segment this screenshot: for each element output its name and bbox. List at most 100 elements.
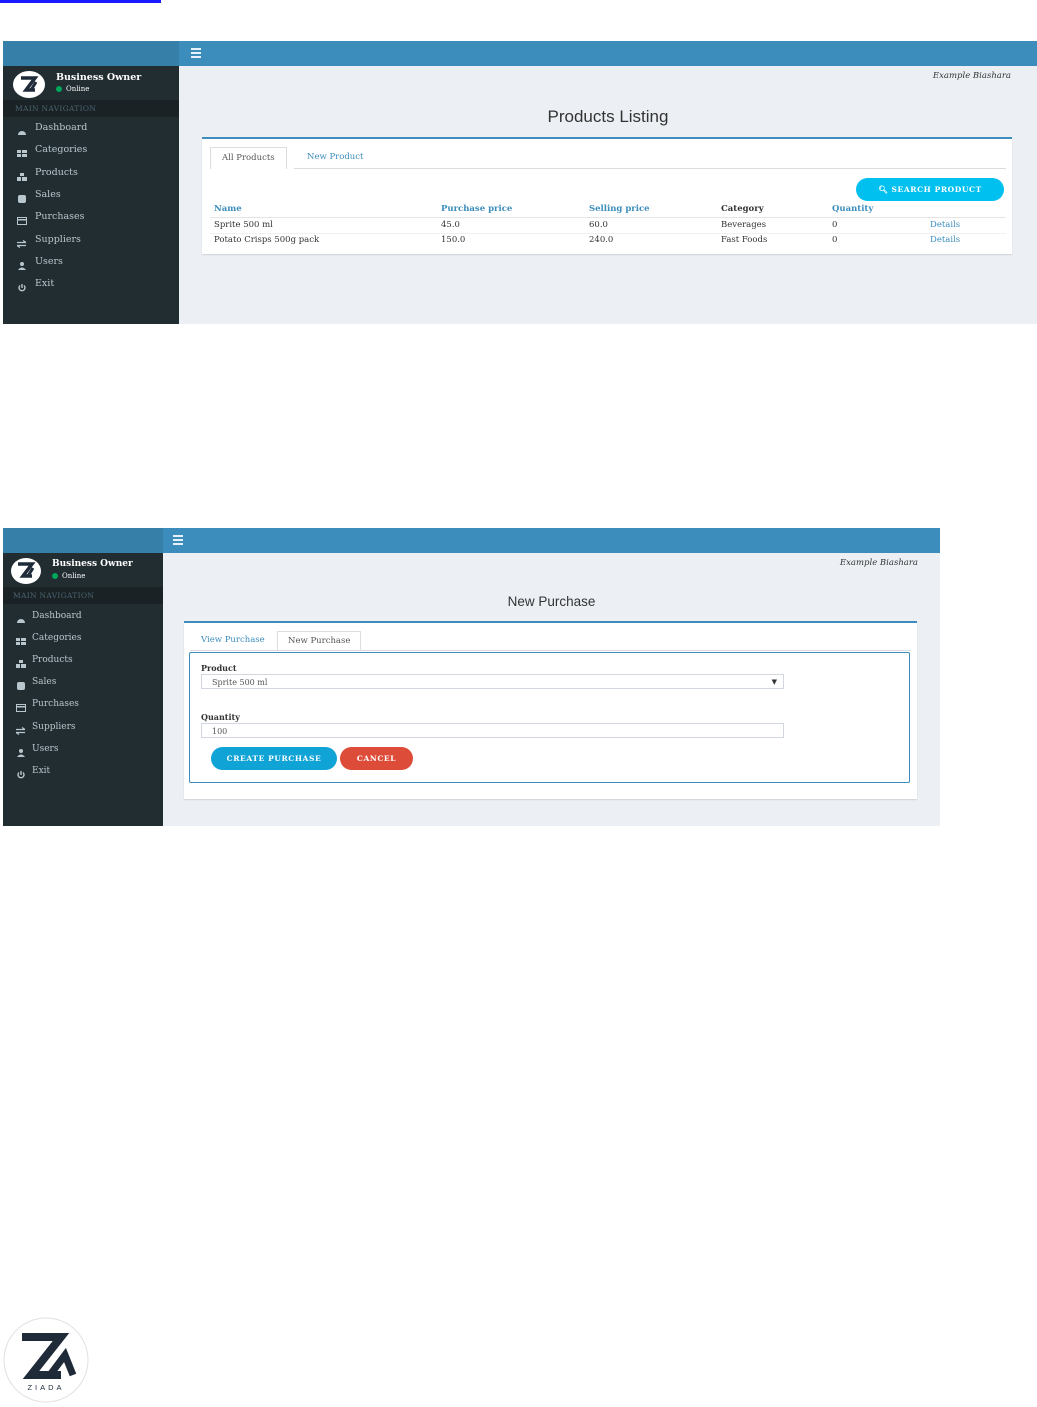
power-icon: [17, 280, 27, 292]
logo-area: [3, 41, 179, 66]
tab-new-product[interactable]: New Product: [307, 147, 363, 168]
row-divider: [210, 233, 1006, 234]
sidebar-item-label: Users: [32, 743, 59, 754]
cell-category: Fast Foods: [721, 235, 768, 245]
sidebar-item-label: Sales: [32, 677, 57, 688]
sidebar-item-sales[interactable]: Sales: [3, 185, 179, 205]
th-icon: [16, 634, 26, 646]
ziada-logo-icon: [18, 562, 36, 578]
tab-divider: [294, 168, 1006, 169]
top-navbar: [179, 41, 1037, 66]
nav-header: MAIN NAVIGATION: [3, 100, 179, 117]
database-icon: [17, 191, 27, 203]
power-icon: [16, 767, 26, 779]
ziada-logo-icon: ZIADA: [3, 1317, 89, 1403]
sidebar-item-label: Purchases: [32, 699, 79, 710]
sidebar-item-label: Suppliers: [35, 233, 81, 245]
avatar: [11, 558, 41, 584]
chevron-down-icon: ▼: [771, 678, 777, 686]
search-product-button[interactable]: 🔍︎ SEARCH PRODUCT: [856, 178, 1004, 201]
tab-new-purchase[interactable]: New Purchase: [277, 631, 362, 651]
user-icon: [16, 745, 26, 757]
sidebar-item-label: Categories: [35, 144, 88, 156]
dashboard-icon: [16, 612, 26, 623]
details-link[interactable]: Details: [930, 220, 960, 230]
sidebar-item-products[interactable]: Products: [3, 650, 163, 670]
online-dot-icon: [52, 573, 58, 579]
avatar: [13, 71, 45, 98]
user-name: Business Owner: [52, 559, 133, 569]
purchase-form: Product Sprite 500 ml ▼ Quantity 100 CRE…: [189, 652, 910, 783]
search-icon: 🔍︎: [878, 185, 892, 194]
sidebar-item-categories[interactable]: Categories: [3, 628, 163, 648]
sidebar-item-suppliers[interactable]: Suppliers: [3, 717, 163, 737]
top-link-underline: [0, 0, 161, 3]
credit-card-icon: [16, 700, 26, 713]
dashboard-icon: [17, 124, 27, 135]
brand-name: Example Biashara: [932, 71, 1011, 81]
sidebar-item-label: Dashboard: [32, 611, 82, 621]
col-header-quantity: Quantity: [832, 204, 874, 214]
user-name: Business Owner: [56, 72, 142, 83]
products-box: All Products New Product 🔍︎ SEARCH PRODU…: [202, 137, 1012, 254]
cell-quantity: 0: [832, 235, 838, 245]
sidebar-item-exit[interactable]: Exit: [3, 761, 163, 781]
sidebar-item-label: Sales: [35, 188, 61, 200]
sidebar-item-exit[interactable]: Exit: [3, 274, 179, 294]
quantity-label: Quantity: [201, 712, 240, 722]
cell-name: Sprite 500 ml: [214, 220, 273, 230]
sidebar: Business Owner Online MAIN NAVIGATION Da…: [3, 528, 163, 826]
cancel-button[interactable]: CANCEL: [340, 747, 413, 770]
exchange-icon: [16, 236, 27, 248]
ziada-brand-logo: ZIADA: [3, 1317, 89, 1403]
sidebar-item-suppliers[interactable]: Suppliers: [3, 230, 179, 250]
sidebar-item-label: Purchases: [35, 211, 85, 223]
purchase-box: View Purchase New Purchase Product Sprit…: [184, 621, 917, 799]
nav-header: MAIN NAVIGATION: [3, 587, 163, 604]
cell-quantity: 0: [832, 220, 838, 230]
sidebar-item-users[interactable]: Users: [3, 252, 179, 272]
quantity-input[interactable]: 100: [201, 723, 784, 738]
sidebar-item-dashboard[interactable]: Dashboard: [3, 606, 163, 626]
hamburger-menu-icon[interactable]: [173, 535, 183, 545]
hamburger-menu-icon[interactable]: [191, 48, 201, 58]
cubes-icon: [17, 169, 27, 181]
tab-all-products[interactable]: All Products: [210, 147, 287, 169]
sidebar-item-label: Dashboard: [35, 122, 88, 133]
sidebar-item-products[interactable]: Products: [3, 163, 179, 183]
sidebar-item-purchases[interactable]: Purchases: [3, 207, 179, 227]
user-status: Online: [56, 85, 89, 93]
col-header-name: Name: [214, 204, 242, 214]
sidebar-item-label: Exit: [35, 278, 55, 290]
sidebar-item-users[interactable]: Users: [3, 739, 163, 759]
cell-name: Potato Crisps 500g pack: [214, 235, 320, 245]
product-select[interactable]: Sprite 500 ml ▼: [201, 674, 784, 689]
screenshot-products-listing: Business Owner Online MAIN NAVIGATION Da…: [3, 41, 1037, 324]
page-title: Products Listing: [547, 107, 669, 126]
sidebar-item-categories[interactable]: Categories: [3, 140, 179, 160]
user-icon: [17, 258, 27, 270]
details-link[interactable]: Details: [930, 235, 960, 245]
cell-selling-price: 60.0: [589, 220, 608, 230]
brand-name: Example Biashara: [839, 558, 918, 568]
cell-selling-price: 240.0: [589, 235, 614, 245]
sidebar-item-label: Categories: [32, 633, 82, 644]
sidebar-item-dashboard[interactable]: Dashboard: [3, 118, 179, 138]
create-purchase-button[interactable]: CREATE PURCHASE: [211, 747, 337, 770]
tab-view-purchase[interactable]: View Purchase: [201, 631, 265, 650]
logo-area: [3, 528, 163, 553]
th-icon: [17, 146, 27, 158]
sidebar-item-label: Exit: [32, 765, 51, 776]
ziada-logo-text: ZIADA: [27, 1383, 64, 1392]
cubes-icon: [16, 656, 26, 669]
user-panel: Business Owner Online: [3, 553, 163, 588]
col-header-category: Category: [721, 204, 764, 214]
credit-card-icon: [17, 213, 27, 226]
sidebar-item-purchases[interactable]: Purchases: [3, 694, 163, 714]
page-title: New Purchase: [507, 594, 596, 609]
cell-category: Beverages: [721, 220, 767, 230]
sidebar-item-label: Suppliers: [32, 721, 76, 732]
database-icon: [16, 678, 26, 691]
sidebar-item-sales[interactable]: Sales: [3, 672, 163, 692]
online-dot-icon: [56, 86, 62, 92]
